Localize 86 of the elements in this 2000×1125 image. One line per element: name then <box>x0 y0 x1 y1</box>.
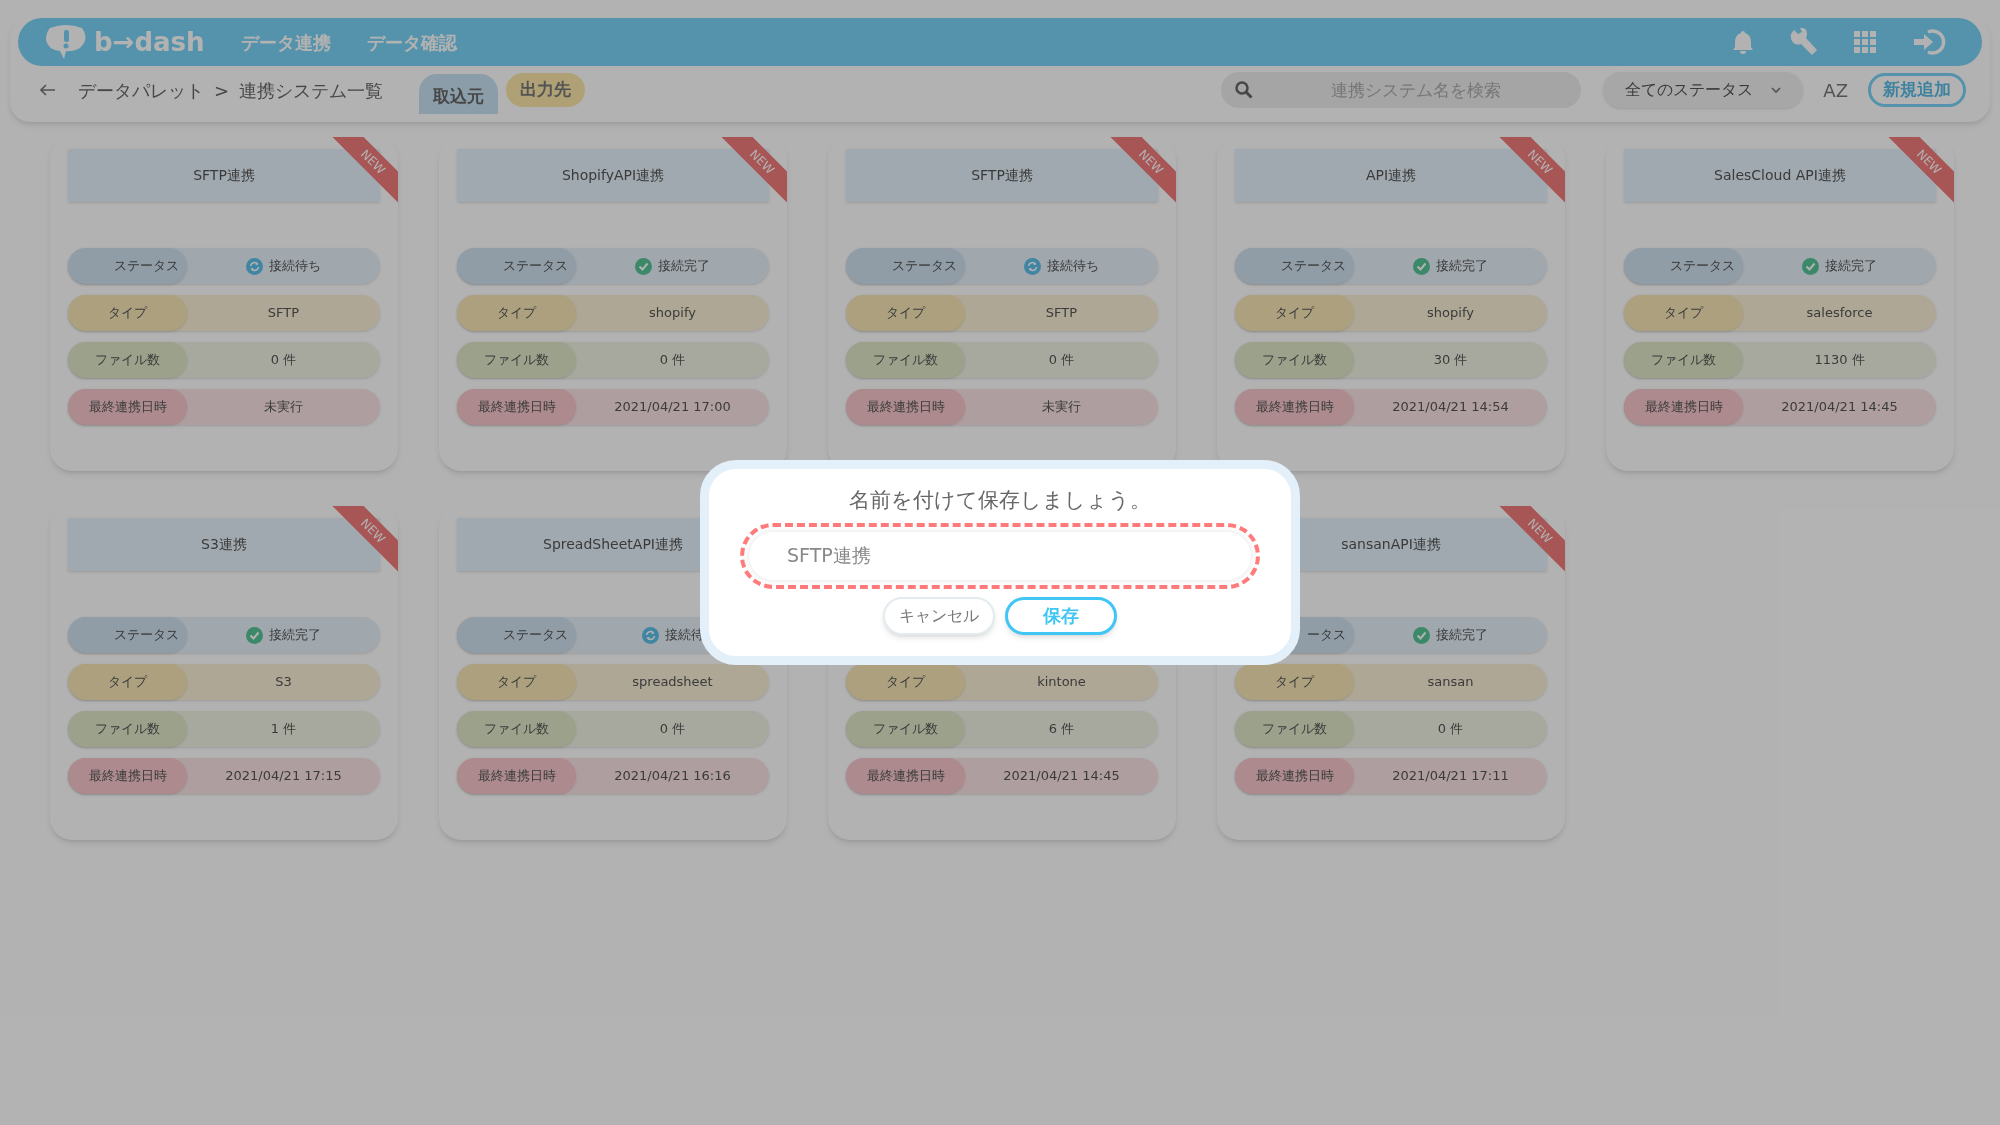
logo-icon <box>44 24 88 60</box>
bell-icon[interactable] <box>1732 30 1754 54</box>
row-value: 接続完了 <box>1825 257 1877 276</box>
row-label: タイプ <box>457 664 576 700</box>
row-label: ファイル数 <box>1235 342 1354 378</box>
row-label: タイプ <box>457 295 576 331</box>
row-value: 1130 件 <box>1814 351 1865 370</box>
row-label: ファイル数 <box>457 711 576 747</box>
row-value: 接続完了 <box>658 257 710 276</box>
row-label: ファイル数 <box>1624 342 1743 378</box>
row-value: S3 <box>275 673 292 692</box>
row-value: 2021/04/21 17:00 <box>614 398 731 417</box>
row-value: 6 件 <box>1048 720 1075 739</box>
tab[interactable]: 出力先 <box>506 73 586 107</box>
row-value: SFTP <box>1045 304 1078 323</box>
row-value: 2021/04/21 16:16 <box>614 767 731 786</box>
row-label: ステータス <box>457 617 576 653</box>
logo-text: b→dash <box>94 25 205 59</box>
status-dropdown[interactable]: 全てのステータス <box>1603 72 1804 108</box>
row-label: 最終連携日時 <box>1624 389 1743 425</box>
row-value: 30 件 <box>1433 351 1468 370</box>
breadcrumb-current: 連携システム一覧 <box>239 78 384 103</box>
breadcrumb-link[interactable]: データパレット <box>78 76 204 104</box>
row-value: shopify <box>1427 304 1474 323</box>
breadcrumb-separator: > <box>214 78 230 103</box>
row-value: 2021/04/21 17:15 <box>225 767 342 786</box>
back-arrow-icon[interactable] <box>40 84 56 96</box>
logout-icon[interactable] <box>1912 28 1946 56</box>
row-value: 2021/04/21 14:54 <box>1392 398 1509 417</box>
row-label: 最終連携日時 <box>846 389 965 425</box>
row-value: 0 件 <box>659 351 686 370</box>
row-value: 0 件 <box>1048 351 1075 370</box>
wrench-icon[interactable] <box>1790 28 1818 56</box>
row-value: sansan <box>1427 673 1474 692</box>
row-label: 最終連携日時 <box>1235 389 1354 425</box>
row-value: 2021/04/21 14:45 <box>1781 398 1898 417</box>
row-label: ステータス <box>1624 248 1743 284</box>
sort-button[interactable]: AZ <box>1819 76 1852 104</box>
row-value: 2021/04/21 14:45 <box>1003 767 1120 786</box>
row-value: 未実行 <box>1042 398 1081 417</box>
row-label: タイプ <box>1235 664 1354 700</box>
row-value: spreadsheet <box>632 673 713 692</box>
row-value: shopify <box>649 304 696 323</box>
row-label: ファイル数 <box>846 342 965 378</box>
row-label: 最終連携日時 <box>846 758 965 794</box>
grid-icon[interactable] <box>1854 31 1876 53</box>
row-value: 0 件 <box>659 720 686 739</box>
row-value: 0 件 <box>270 351 297 370</box>
row-label: タイプ <box>68 664 187 700</box>
row-label: タイプ <box>1235 295 1354 331</box>
name-field[interactable]: SFTP連携 <box>740 522 1260 589</box>
tab[interactable]: 取込元 <box>419 74 499 114</box>
row-value: 接続完了 <box>269 626 321 645</box>
row-value: 接続待ち <box>1047 257 1099 276</box>
row-value: SFTP <box>267 304 300 323</box>
row-label: タイプ <box>846 295 965 331</box>
row-label: ファイル数 <box>1235 711 1354 747</box>
row-value: 0 件 <box>1437 720 1464 739</box>
cancel-button[interactable]: キャンセル <box>883 596 995 635</box>
row-label: ステータス <box>68 248 187 284</box>
row-label: タイプ <box>1624 295 1743 331</box>
row-label: ステータス <box>846 248 965 284</box>
row-value: 接続完了 <box>1436 626 1488 645</box>
row-value: 2021/04/21 17:11 <box>1392 767 1509 786</box>
row-value: 未実行 <box>264 398 303 417</box>
search-icon <box>1235 81 1254 99</box>
chevron-down-icon <box>1771 86 1782 94</box>
row-value: kintone <box>1037 673 1086 692</box>
row-label: ステータス <box>457 248 576 284</box>
row-value: 接続完了 <box>1436 257 1488 276</box>
row-value: 接続待ち <box>269 257 321 276</box>
row-label: ファイル数 <box>457 342 576 378</box>
row-label: ファイル数 <box>68 711 187 747</box>
row-label: ファイル数 <box>846 711 965 747</box>
row-label: 最終連携日時 <box>68 389 187 425</box>
row-label: タイプ <box>846 664 965 700</box>
row-label: ステータス <box>68 617 187 653</box>
row-label: 最終連携日時 <box>457 389 576 425</box>
row-label: ステータス <box>1235 248 1354 284</box>
row-value: salesforce <box>1806 304 1873 323</box>
row-label: 最終連携日時 <box>457 758 576 794</box>
row-label: 最終連携日時 <box>1235 758 1354 794</box>
row-label: 最終連携日時 <box>68 758 187 794</box>
row-value: 1 件 <box>270 720 297 739</box>
row-label: タイプ <box>68 295 187 331</box>
row-label: ファイル数 <box>68 342 187 378</box>
